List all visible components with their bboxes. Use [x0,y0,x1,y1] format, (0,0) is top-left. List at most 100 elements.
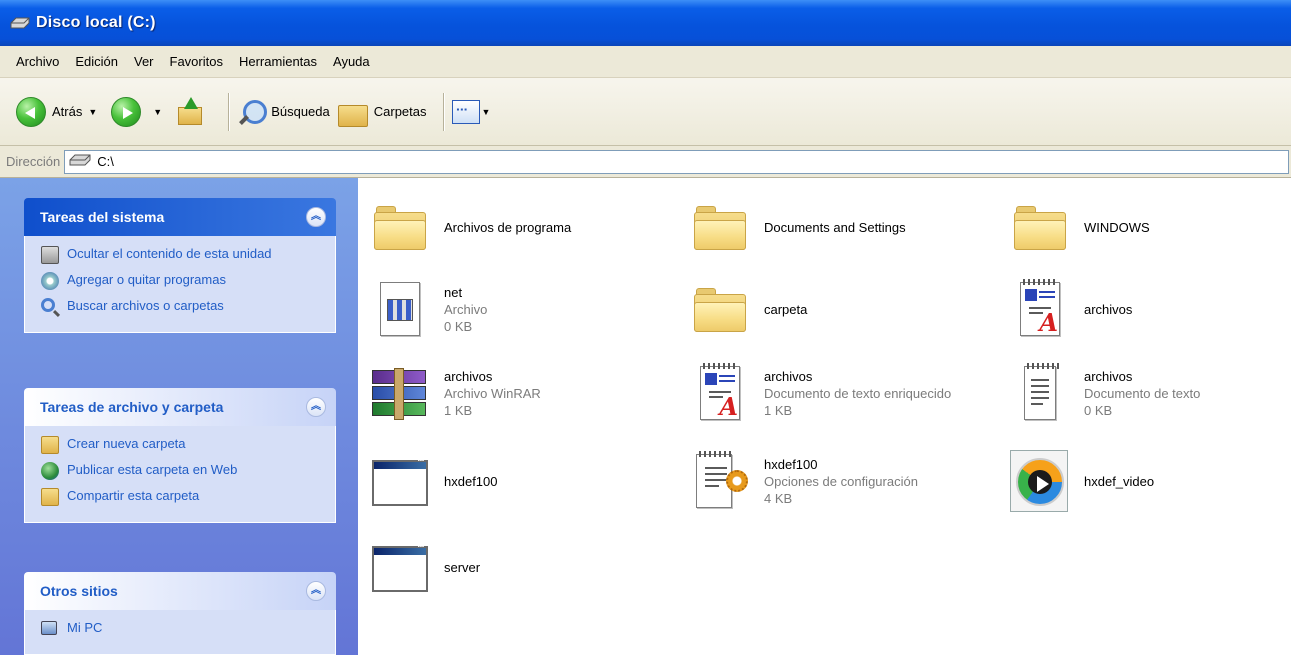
text-document-icon [1006,360,1072,426]
file-item[interactable]: A archivos [1006,276,1132,342]
file-name: net [444,284,463,300]
file-name: archivos [1084,301,1133,317]
address-input[interactable]: C:\ [64,149,1289,174]
back-dropdown-icon[interactable]: ▼ [88,107,97,117]
file-item[interactable]: archivos Archivo WinRAR 1 KB [366,360,541,426]
folders-button[interactable]: Carpetas [337,99,427,127]
file-item[interactable]: Documents and Settings [686,194,906,260]
file-item[interactable]: server [366,534,480,600]
views-button[interactable]: ▼ [451,99,497,124]
drive-icon [10,17,30,29]
folder-icon [686,194,752,260]
drive-icon [41,246,59,264]
menu-ver[interactable]: Ver [126,50,162,73]
file-type: Documento de texto enriquecido [764,385,952,401]
task-new-folder[interactable]: Crear nueva carpeta [41,436,323,454]
toolbar-separator [442,92,444,131]
task-add-remove-programs[interactable]: Agregar o quitar programas [41,272,323,290]
file-size: 0 KB [444,318,473,334]
task-share-folder[interactable]: Compartir esta carpeta [41,488,323,506]
file-item[interactable]: A archivos Documento de texto enriquecid… [686,360,951,426]
other-places-panel: Otros sitios ︽ Mi PC [24,572,336,655]
folder-icon [686,276,752,342]
collapse-icon[interactable]: ︽ [306,581,326,601]
file-name: archivos [444,368,493,384]
menu-bar: Archivo Edición Ver Favoritos Herramient… [0,46,1291,78]
file-name: hxdef100 [444,473,498,489]
file-tasks-panel: Tareas de archivo y carpeta ︽ Crear nuev… [24,388,336,523]
address-label: Dirección [6,154,61,169]
up-folder-icon[interactable] [176,96,204,127]
application-window-icon [366,448,432,514]
views-dropdown-icon: ▼ [481,106,491,117]
file-item[interactable]: carpeta [686,276,807,342]
file-name: Archivos de programa [444,219,572,235]
panel-header[interactable]: Tareas de archivo y carpeta ︽ [24,388,336,426]
file-type: Opciones de configuración [764,473,918,489]
file-item[interactable]: net Archivo 0 KB [366,276,487,342]
system-file-icon [366,276,432,342]
explorer-window: Disco local (C:) Archivo Edición Ver Fav… [0,0,1291,655]
search-icon [41,298,59,316]
file-size: 1 KB [764,402,793,418]
task-label: Crear nueva carpeta [67,436,186,451]
file-name: Documents and Settings [764,219,906,235]
wordpad-document-icon: A [1006,276,1072,342]
menu-archivo[interactable]: Archivo [8,50,67,73]
window-title: Disco local (C:) [36,14,156,31]
task-label: Ocultar el contenido de esta unidad [67,246,272,261]
share-folder-icon [41,488,59,506]
task-label: Buscar archivos o carpetas [67,298,224,313]
file-type: Archivo WinRAR [444,385,541,401]
forward-dropdown-icon[interactable]: ▼ [153,107,162,117]
config-settings-icon [686,448,752,514]
file-item[interactable]: WINDOWS [1006,194,1150,260]
file-name: hxdef100 [764,456,818,472]
task-hide-contents[interactable]: Ocultar el contenido de esta unidad [41,246,323,264]
menu-ayuda[interactable]: Ayuda [325,50,378,73]
forward-button[interactable]: ▼ [111,96,168,127]
file-item[interactable]: archivos Documento de texto 0 KB [1006,360,1200,426]
task-my-pc[interactable]: Mi PC [41,620,323,638]
folder-icon [366,194,432,260]
menu-edicion[interactable]: Edición [67,50,126,73]
menu-favoritos[interactable]: Favoritos [162,50,231,73]
panel-title: Otros sitios [40,583,118,599]
file-name: carpeta [764,301,808,317]
forward-arrow-icon [111,96,142,127]
file-name: WINDOWS [1084,219,1150,235]
media-player-icon [1006,448,1072,514]
file-name: archivos [764,368,813,384]
back-button[interactable]: Atrás ▼ [16,96,103,127]
folders-label: Carpetas [373,104,427,119]
panel-header[interactable]: Tareas del sistema ︽ [24,198,336,236]
toolbar-separator [228,92,230,131]
file-type: Archivo [444,301,488,317]
toolbar: Atrás ▼ ▼ Búsqueda Carpetas ▼ [0,78,1291,146]
file-item[interactable]: Archivos de programa [366,194,571,260]
search-button[interactable]: Búsqueda [237,98,330,126]
title-bar[interactable]: Disco local (C:) [0,0,1291,46]
collapse-icon[interactable]: ︽ [306,207,326,227]
collapse-icon[interactable]: ︽ [306,397,326,417]
computer-icon [41,620,59,638]
back-arrow-icon [16,96,46,127]
file-item[interactable]: hxdef100 Opciones de configuración 4 KB [686,448,918,514]
file-item[interactable]: hxdef_video [1006,448,1154,514]
address-value: C:\ [97,154,114,169]
new-folder-icon [41,436,59,454]
file-list: Archivos de programa Documents and Setti… [358,178,1291,655]
file-name: archivos [1084,368,1133,384]
search-label: Búsqueda [271,104,330,119]
globe-icon [41,462,59,480]
panel-header[interactable]: Otros sitios ︽ [24,572,336,610]
panel-title: Tareas de archivo y carpeta [40,399,224,415]
system-tasks-panel: Tareas del sistema ︽ Ocultar el contenid… [24,198,336,333]
file-item[interactable]: hxdef100 [366,448,498,514]
task-label: Agregar o quitar programas [67,272,226,287]
task-publish-web[interactable]: Publicar esta carpeta en Web [41,462,323,480]
task-search-files[interactable]: Buscar archivos o carpetas [41,298,323,316]
drive-icon [69,154,91,169]
views-icon [451,99,480,124]
menu-herramientas[interactable]: Herramientas [231,50,325,73]
